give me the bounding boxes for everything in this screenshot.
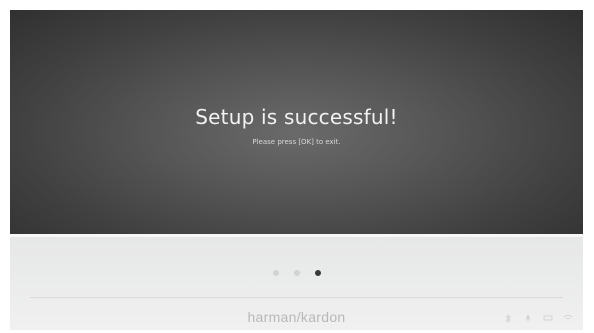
setup-subtitle: Please press [OK] to exit. xyxy=(252,138,341,146)
speaker-device: Setup is successful! Please press [OK] t… xyxy=(0,0,594,333)
network-icon[interactable] xyxy=(543,314,553,322)
setup-message: Setup is successful! Please press [OK] t… xyxy=(10,105,583,147)
page-dot-1 xyxy=(272,270,279,276)
page-dot-2 xyxy=(293,270,300,276)
page-indicator xyxy=(10,270,583,276)
wifi-icon[interactable] xyxy=(563,314,573,322)
display-screen: Setup is successful! Please press [OK] t… xyxy=(10,10,583,234)
microphone-icon[interactable] xyxy=(523,314,533,322)
brand-logo: harman/kardon xyxy=(247,309,346,325)
divider xyxy=(30,297,563,298)
setup-title: Setup is successful! xyxy=(195,105,398,129)
page-dot-3-active xyxy=(314,270,321,276)
bluetooth-icon[interactable] xyxy=(503,313,513,323)
control-panel: harman/kardon xyxy=(10,237,583,330)
control-buttons xyxy=(503,313,573,323)
device-frame: Setup is successful! Please press [OK] t… xyxy=(10,10,583,330)
